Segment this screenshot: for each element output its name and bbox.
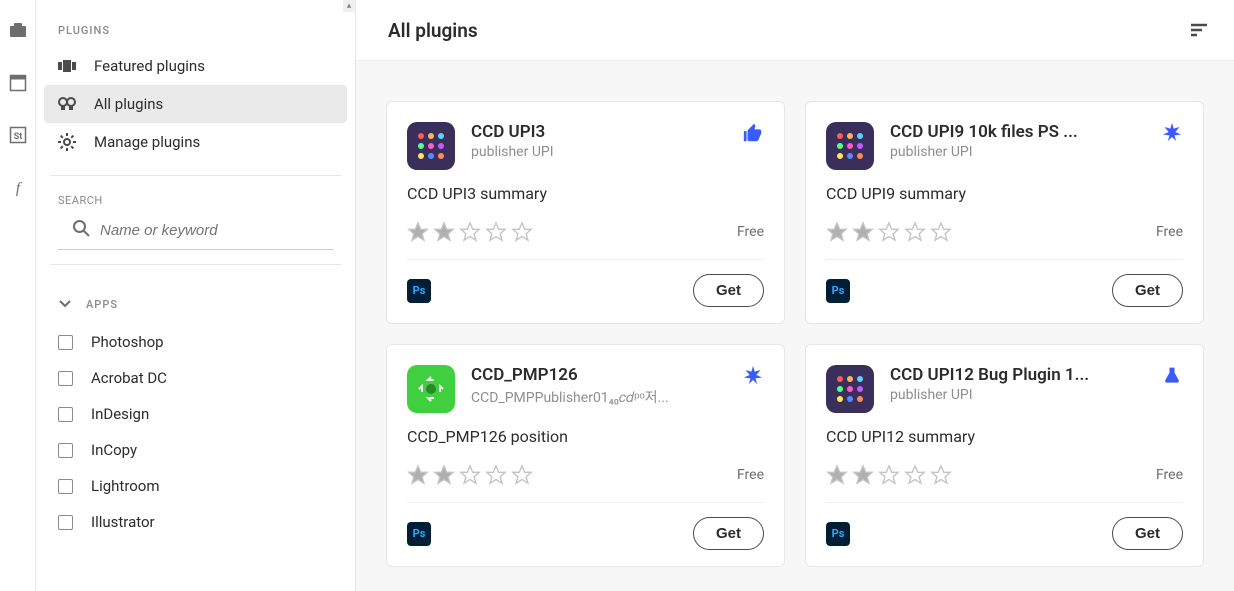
plugin-price: Free xyxy=(1156,467,1183,483)
get-button[interactable]: Get xyxy=(693,274,764,307)
nav-featured-plugins[interactable]: Featured plugins xyxy=(44,47,347,85)
host-app-badge: Ps xyxy=(407,279,431,303)
featured-icon xyxy=(58,57,76,75)
plugin-summary: CCD UPI12 summary xyxy=(826,427,1183,446)
checkbox[interactable] xyxy=(58,335,73,350)
app-filter-item[interactable]: InCopy xyxy=(44,432,347,468)
plugin-price: Free xyxy=(1156,224,1183,240)
checkbox[interactable] xyxy=(58,371,73,386)
checkbox[interactable] xyxy=(58,515,73,530)
divider xyxy=(50,264,341,265)
checkbox[interactable] xyxy=(58,443,73,458)
app-filter-item[interactable]: Acrobat DC xyxy=(44,360,347,396)
app-name: Acrobat DC xyxy=(91,369,167,387)
plugin-publisher: publisher UPI xyxy=(471,144,726,160)
main-header: All plugins xyxy=(356,0,1234,61)
svg-text:f: f xyxy=(15,180,22,196)
search-icon xyxy=(72,219,90,241)
gear-icon xyxy=(58,133,76,151)
plugin-card[interactable]: CCD UPI9 10k files PS ... publisher UPI … xyxy=(805,101,1204,324)
page-title: All plugins xyxy=(388,19,478,42)
featured-badge-icon xyxy=(1161,365,1183,387)
rail-stock-icon[interactable]: St xyxy=(9,126,27,144)
divider xyxy=(826,502,1183,503)
search-label: SEARCH xyxy=(44,190,347,215)
host-app-badge: Ps xyxy=(826,522,850,546)
plugin-icon xyxy=(826,122,874,170)
apps-section-toggle[interactable]: APPS xyxy=(44,279,347,324)
plugin-icon xyxy=(407,122,455,170)
rail-apps-icon[interactable] xyxy=(9,22,27,40)
plugin-title: CCD UPI3 xyxy=(471,122,726,142)
search-input[interactable] xyxy=(100,222,319,239)
plugin-publisher: publisher UPI xyxy=(890,387,1145,403)
app-name: Photoshop xyxy=(91,333,164,351)
featured-badge-icon xyxy=(742,122,764,144)
plugin-title: CCD UPI9 10k files PS ... xyxy=(890,122,1145,142)
app-filter-item[interactable]: Illustrator xyxy=(44,504,347,540)
divider xyxy=(826,259,1183,260)
host-app-badge: Ps xyxy=(826,279,850,303)
scroll-up-arrow[interactable]: ▴ xyxy=(343,0,355,12)
plugin-title: CCD UPI12 Bug Plugin 1... xyxy=(890,365,1145,385)
left-rail: St f xyxy=(0,0,36,591)
sidebar: ▴ PLUGINS Featured plugins All plugins M xyxy=(36,0,356,591)
search-row xyxy=(58,215,333,250)
divider xyxy=(407,259,764,260)
checkbox[interactable] xyxy=(58,479,73,494)
app-filter-item[interactable]: Lightroom xyxy=(44,468,347,504)
nav-label: Featured plugins xyxy=(94,57,205,75)
featured-badge-icon xyxy=(742,365,764,385)
app-name: Lightroom xyxy=(91,477,160,495)
get-button[interactable]: Get xyxy=(1112,274,1183,307)
checkbox[interactable] xyxy=(58,407,73,422)
divider xyxy=(50,175,341,176)
get-button[interactable]: Get xyxy=(693,517,764,550)
divider xyxy=(407,502,764,503)
rating-stars xyxy=(407,221,533,243)
plugin-summary: CCD_PMP126 position xyxy=(407,427,764,446)
plugin-title: CCD_PMP126 xyxy=(471,365,726,385)
get-button[interactable]: Get xyxy=(1112,517,1183,550)
nav-manage-plugins[interactable]: Manage plugins xyxy=(44,123,347,161)
host-app-badge: Ps xyxy=(407,522,431,546)
plugin-price: Free xyxy=(737,224,764,240)
plugin-icon xyxy=(826,365,874,413)
plugin-price: Free xyxy=(737,467,764,483)
nav-label: Manage plugins xyxy=(94,133,200,151)
main: All plugins CCD UPI3 publisher UPI CCD U… xyxy=(356,0,1234,591)
rating-stars xyxy=(826,221,952,243)
plugin-publisher: publisher UPI xyxy=(890,144,1145,160)
rating-stars xyxy=(826,464,952,486)
nav-all-plugins[interactable]: All plugins xyxy=(44,85,347,123)
app-name: Illustrator xyxy=(91,513,155,531)
rating-stars xyxy=(407,464,533,486)
svg-text:St: St xyxy=(13,132,22,142)
app-filter-item[interactable]: Photoshop xyxy=(44,324,347,360)
nav-label: All plugins xyxy=(94,95,163,113)
all-plugins-icon xyxy=(58,95,76,113)
rail-panel-icon[interactable] xyxy=(9,74,27,92)
plugin-summary: CCD UPI3 summary xyxy=(407,184,764,203)
plugins-section-label: PLUGINS xyxy=(44,0,347,47)
plugin-grid-scroll[interactable]: CCD UPI3 publisher UPI CCD UPI3 summary … xyxy=(356,61,1234,591)
plugin-card[interactable]: CCD UPI3 publisher UPI CCD UPI3 summary … xyxy=(386,101,785,324)
featured-badge-icon xyxy=(1161,122,1183,142)
app-name: InDesign xyxy=(91,405,149,423)
apps-label: APPS xyxy=(86,298,118,311)
app-filter-item[interactable]: InDesign xyxy=(44,396,347,432)
plugin-publisher: CCD_PMPPublisher01₄₀𝑐𝑑ᵖᵒ저... xyxy=(471,387,726,407)
plugin-summary: CCD UPI9 summary xyxy=(826,184,1183,203)
rail-fonts-icon[interactable]: f xyxy=(9,178,27,196)
plugin-icon xyxy=(407,365,455,413)
chevron-down-icon xyxy=(58,295,72,314)
plugin-card[interactable]: CCD_PMP126 CCD_PMPPublisher01₄₀𝑐𝑑ᵖᵒ저... … xyxy=(386,344,785,567)
app-name: InCopy xyxy=(91,441,137,459)
plugin-card[interactable]: CCD UPI12 Bug Plugin 1... publisher UPI … xyxy=(805,344,1204,567)
sort-button[interactable] xyxy=(1188,18,1212,42)
